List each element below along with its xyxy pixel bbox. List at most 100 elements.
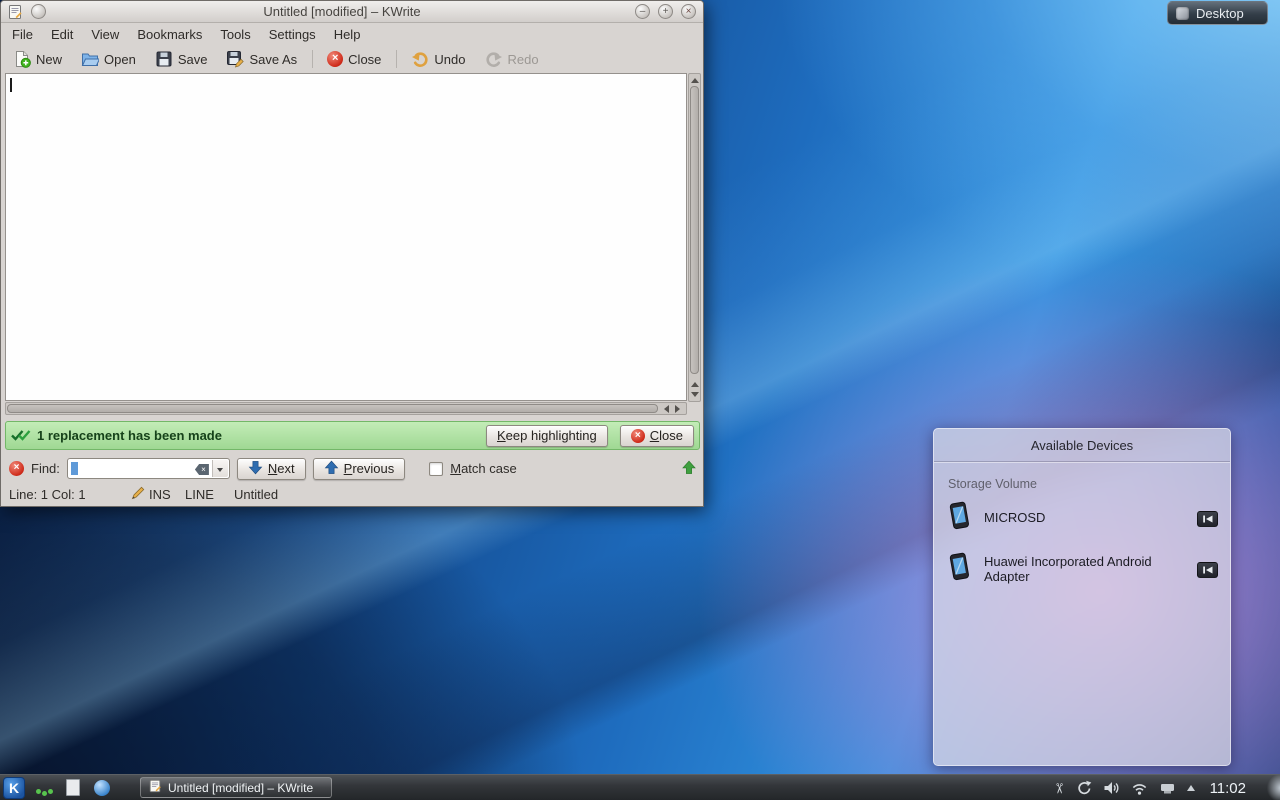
- volume-speaker-icon[interactable]: [1103, 780, 1120, 796]
- find-previous-button[interactable]: Previous: [313, 458, 406, 480]
- close-window-button[interactable]: [681, 4, 696, 19]
- launcher-k-glyph: K: [9, 780, 19, 796]
- close-red-icon: [631, 429, 645, 443]
- smartphone-icon: [946, 552, 972, 587]
- new-button-label: New: [36, 52, 62, 67]
- open-button[interactable]: Open: [75, 48, 142, 70]
- panel-cashew-icon[interactable]: [1267, 775, 1280, 800]
- unmount-device-button[interactable]: [1197, 562, 1218, 578]
- scroll-up-arrow-icon[interactable]: [691, 78, 699, 83]
- new-document-icon: [13, 50, 31, 68]
- storage-volume-section-label: Storage Volume: [948, 477, 1230, 491]
- save-as-button-label: Save As: [249, 52, 297, 67]
- find-input-caret: [71, 462, 78, 475]
- new-button[interactable]: New: [7, 48, 68, 70]
- close-message-label: Close: [650, 428, 683, 443]
- redo-button-label: Redo: [508, 52, 539, 67]
- clear-text-icon[interactable]: [195, 464, 209, 475]
- panel-clock[interactable]: 11:02: [1210, 780, 1246, 797]
- unmount-icon: [1201, 513, 1215, 525]
- open-folder-icon: [81, 50, 99, 68]
- network-wifi-icon[interactable]: [1131, 781, 1148, 796]
- plasma-toolbox-icon: [1176, 7, 1189, 20]
- menu-edit[interactable]: Edit: [42, 25, 82, 44]
- vertical-scrollbar-thumb[interactable]: [690, 86, 699, 374]
- scroll-right-arrow-icon[interactable]: [675, 405, 680, 413]
- device-row-huawei[interactable]: Huawei Incorporated Android Adapter: [934, 544, 1230, 595]
- pencil-icon: [131, 486, 145, 503]
- menubar: File Edit View Bookmarks Tools Settings …: [1, 23, 703, 45]
- task-label: Untitled [modified] – KWrite: [168, 781, 313, 795]
- toolbar-separator: [312, 50, 313, 68]
- insert-mode-indicator[interactable]: INS: [131, 486, 171, 503]
- power-search-arrow-icon[interactable]: [681, 460, 697, 478]
- close-message-button[interactable]: Close: [620, 425, 694, 447]
- scissors-klipper-icon[interactable]: [1050, 782, 1067, 794]
- menu-file[interactable]: File: [3, 25, 42, 44]
- device-name: MICROSD: [984, 511, 1185, 526]
- kwrite-app-icon: [7, 4, 23, 20]
- find-label: Find:: [31, 461, 60, 476]
- save-as-floppy-pencil-icon: [226, 50, 244, 68]
- menu-help[interactable]: Help: [325, 25, 370, 44]
- save-button-label: Save: [178, 52, 208, 67]
- vertical-scrollbar[interactable]: [688, 73, 701, 402]
- match-case-label: Match case: [450, 461, 517, 476]
- find-history-dropdown[interactable]: [212, 460, 228, 477]
- close-find-bar-button[interactable]: [9, 461, 24, 476]
- kwrite-task-icon: [148, 779, 162, 796]
- minimize-button[interactable]: [635, 4, 650, 19]
- undo-button-label: Undo: [434, 52, 465, 67]
- scroll-left-arrow-icon[interactable]: [664, 405, 669, 413]
- green-dots-icon[interactable]: [34, 778, 54, 798]
- desktop-toolbox[interactable]: Desktop: [1167, 1, 1268, 25]
- unmount-device-button[interactable]: [1197, 511, 1218, 527]
- redo-button[interactable]: Redo: [479, 48, 545, 70]
- open-button-label: Open: [104, 52, 136, 67]
- undo-button[interactable]: Undo: [405, 48, 471, 70]
- desktop-toolbox-label: Desktop: [1196, 6, 1244, 21]
- document-icon[interactable]: [66, 779, 80, 796]
- toolbar: New Open Save Save As Close Und: [1, 45, 703, 73]
- titlebar[interactable]: Untitled [modified] – KWrite: [1, 1, 703, 23]
- status-bar: Line: 1 Col: 1 INS LINE Untitled: [1, 483, 705, 507]
- sync-circular-arrow-icon[interactable]: [1076, 780, 1092, 796]
- keep-highlighting-button[interactable]: Keep highlighting: [486, 425, 608, 447]
- text-editor-area[interactable]: [5, 73, 687, 401]
- close-button-label: Close: [348, 52, 381, 67]
- device-notifier-icon[interactable]: [1159, 780, 1176, 796]
- menu-bookmarks[interactable]: Bookmarks: [128, 25, 211, 44]
- menu-tools[interactable]: Tools: [211, 25, 259, 44]
- toolbar-separator-2: [396, 50, 397, 68]
- horizontal-scrollbar-thumb[interactable]: [7, 404, 658, 413]
- line-ending-indicator[interactable]: LINE: [185, 487, 214, 502]
- available-devices-widget: Available Devices Storage Volume MICROSD…: [933, 428, 1231, 766]
- maximize-button[interactable]: [658, 4, 673, 19]
- menu-settings[interactable]: Settings: [260, 25, 325, 44]
- blue-sphere-icon[interactable]: [94, 780, 110, 796]
- taskbar-task-kwrite[interactable]: Untitled [modified] – KWrite: [140, 777, 332, 798]
- app-launcher-button[interactable]: K: [3, 777, 25, 799]
- tray-expander-icon[interactable]: [1187, 785, 1195, 791]
- unmount-icon: [1201, 564, 1215, 576]
- close-red-icon: [327, 51, 343, 67]
- save-as-button[interactable]: Save As: [220, 48, 303, 70]
- window-pin-button[interactable]: [31, 4, 46, 19]
- match-case-checkbox[interactable]: [429, 462, 443, 476]
- arrow-down-icon: [248, 460, 263, 478]
- replacement-message-bar: 1 replacement has been made Keep highlig…: [5, 421, 700, 450]
- scroll-up-arrow-icon-bottom[interactable]: [691, 382, 699, 387]
- find-next-button[interactable]: Next: [237, 458, 306, 480]
- device-row-microsd[interactable]: MICROSD: [934, 493, 1230, 544]
- close-document-button[interactable]: Close: [321, 49, 387, 69]
- menu-view[interactable]: View: [82, 25, 128, 44]
- find-next-label: Next: [268, 461, 295, 476]
- scroll-down-arrow-icon[interactable]: [691, 392, 699, 397]
- double-checkmark-icon: [11, 428, 33, 444]
- undo-arrow-icon: [411, 50, 429, 68]
- device-name: Huawei Incorporated Android Adapter: [984, 555, 1185, 585]
- taskbar-panel: K Untitled [modified] – KWrite 11:02: [0, 774, 1280, 800]
- find-input[interactable]: [67, 458, 230, 479]
- save-button[interactable]: Save: [149, 48, 214, 70]
- horizontal-scrollbar[interactable]: [5, 402, 687, 415]
